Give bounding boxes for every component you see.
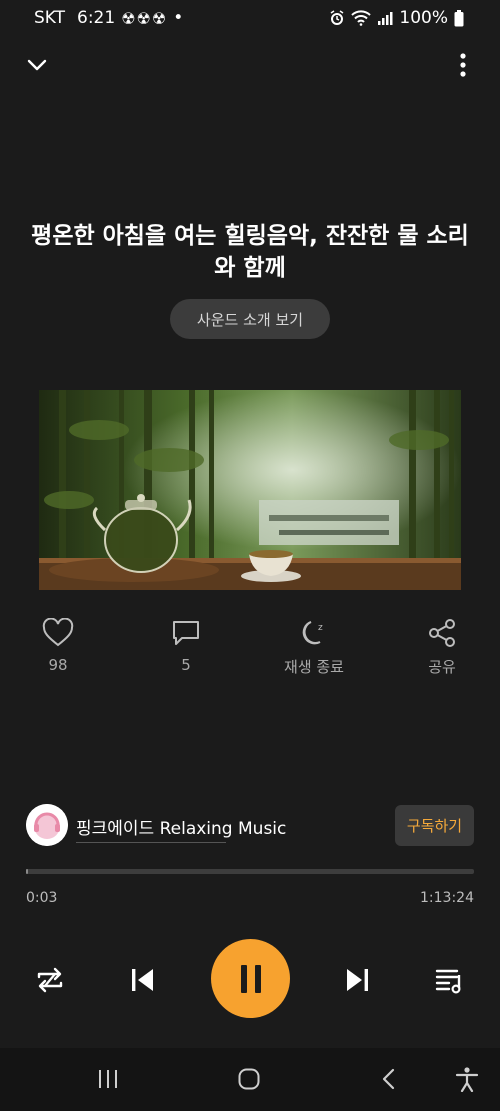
share-icon: [429, 619, 455, 647]
sleep-timer-action[interactable]: z 재생 종료: [269, 618, 359, 677]
carrier-label: SKT: [34, 8, 66, 28]
signal-icon: [378, 12, 393, 25]
share-label: 공유: [428, 658, 456, 676]
channel-avatar[interactable]: [26, 804, 68, 846]
like-action[interactable]: 98: [13, 618, 103, 674]
subscribe-button[interactable]: 구독하기: [395, 805, 474, 846]
comment-count: 5: [181, 656, 191, 674]
battery-percent: 100%: [399, 8, 448, 28]
pause-button[interactable]: [211, 939, 290, 1018]
previous-icon: [132, 969, 153, 991]
clock: 6:21: [77, 8, 116, 28]
notification-dot: •: [173, 8, 184, 28]
progress-fill: [26, 869, 29, 874]
back-button[interactable]: [367, 1062, 411, 1096]
total-time: 1:13:24: [420, 890, 474, 906]
comment-icon: [173, 621, 199, 645]
recent-apps-button[interactable]: [86, 1062, 130, 1096]
playlist-button[interactable]: [428, 958, 472, 1002]
progress-bar[interactable]: [26, 869, 474, 874]
playlist-icon: [435, 969, 461, 994]
like-count: 98: [48, 656, 68, 674]
svg-text:z: z: [318, 623, 323, 633]
accessibility-icon: [455, 1067, 479, 1092]
share-action[interactable]: 공유: [397, 618, 487, 677]
alarm-icon: [330, 10, 344, 25]
current-time: 0:03: [26, 890, 58, 906]
more-options-button[interactable]: [450, 50, 476, 80]
home-icon: [238, 1068, 260, 1090]
more-vertical-icon: [460, 53, 466, 77]
battery-icon: [454, 9, 464, 26]
chevron-down-icon: [27, 59, 47, 71]
status-bar: SKT 6:21 ☢☢☢ • 100%: [0, 0, 500, 36]
pause-icon: [240, 964, 261, 993]
sleep-timer-label: 재생 종료: [284, 658, 344, 676]
repeat-button[interactable]: [28, 958, 72, 1002]
channel-underline: [76, 842, 226, 843]
status-right: 100%: [329, 8, 464, 28]
next-button[interactable]: [336, 958, 380, 1002]
next-icon: [347, 969, 368, 991]
track-artwork: [39, 390, 461, 590]
wifi-icon: [351, 10, 372, 26]
radiation-icons: ☢☢☢: [121, 8, 168, 28]
repeat-icon: [37, 967, 63, 993]
comment-action[interactable]: 5: [141, 618, 231, 674]
heart-icon: [42, 618, 74, 647]
home-button[interactable]: [227, 1062, 271, 1096]
channel-name[interactable]: 핑크에이드 Relaxing Music: [76, 814, 286, 839]
sound-intro-button[interactable]: 사운드 소개 보기: [170, 299, 330, 339]
moon-icon: z: [302, 621, 323, 645]
previous-button[interactable]: [120, 958, 164, 1002]
status-left: SKT 6:21 ☢☢☢ •: [34, 8, 183, 28]
accessibility-button[interactable]: [445, 1062, 489, 1096]
track-title: 평온한 아침을 여는 힐링음악, 잔잔한 물 소리와 함께: [31, 223, 469, 281]
recent-apps-icon: [99, 1070, 117, 1088]
back-icon: [382, 1068, 395, 1090]
collapse-button[interactable]: [22, 50, 52, 80]
